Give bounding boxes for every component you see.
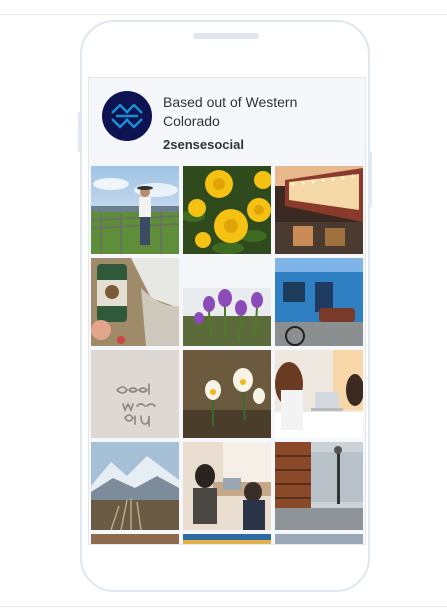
photo-tile[interactable] — [91, 258, 179, 346]
photo-tile[interactable] — [91, 442, 179, 530]
photo-beer-can-river — [91, 258, 179, 346]
photo-tile[interactable] — [91, 166, 179, 254]
photo-tile[interactable] — [183, 166, 271, 254]
photo-laptop-meeting — [275, 350, 363, 438]
photo-partial-1 — [91, 534, 179, 544]
top-divider — [0, 14, 447, 15]
photo-tile[interactable] — [91, 534, 179, 544]
photo-tile[interactable] — [183, 442, 271, 530]
photo-partial-3 — [275, 534, 363, 544]
phone-frame: Based out of Western Colorado 2sensesoci… — [78, 20, 372, 592]
photo-yellow-roses — [183, 166, 271, 254]
photo-town-street — [275, 442, 363, 530]
profile-avatar[interactable] — [102, 91, 152, 141]
photo-tile[interactable] — [183, 350, 271, 438]
photo-sand-writing — [91, 350, 179, 438]
instagram-feed-widget: Based out of Western Colorado 2sensesoci… — [88, 77, 366, 545]
speaker-slot — [193, 33, 259, 39]
photo-tile[interactable] — [183, 258, 271, 346]
photo-snowy-mountains — [91, 442, 179, 530]
photo-partial-2 — [183, 534, 271, 544]
photo-tile[interactable] — [275, 258, 363, 346]
photo-white-crocus — [183, 350, 271, 438]
photo-theater-marquee — [275, 166, 363, 254]
photo-tile[interactable] — [275, 534, 363, 544]
photo-tile[interactable] — [275, 442, 363, 530]
bottom-divider — [0, 606, 447, 607]
photo-tile[interactable] — [275, 350, 363, 438]
side-button-left — [78, 112, 81, 152]
photo-storefront-bike — [275, 258, 363, 346]
side-button-right — [369, 152, 372, 207]
photo-tile[interactable] — [183, 534, 271, 544]
profile-bio: Based out of Western Colorado — [163, 94, 298, 129]
profile-header: Based out of Western Colorado 2sensesoci… — [89, 78, 365, 166]
photo-woman-fence — [91, 166, 179, 254]
photo-tile[interactable] — [275, 166, 363, 254]
photo-grid — [91, 166, 365, 544]
photo-crocus-snow — [183, 258, 271, 346]
2senses-logo-icon — [111, 103, 143, 129]
profile-username[interactable]: 2sensesocial — [163, 137, 244, 152]
photo-tile[interactable] — [91, 350, 179, 438]
photo-cafe-laptops — [183, 442, 271, 530]
